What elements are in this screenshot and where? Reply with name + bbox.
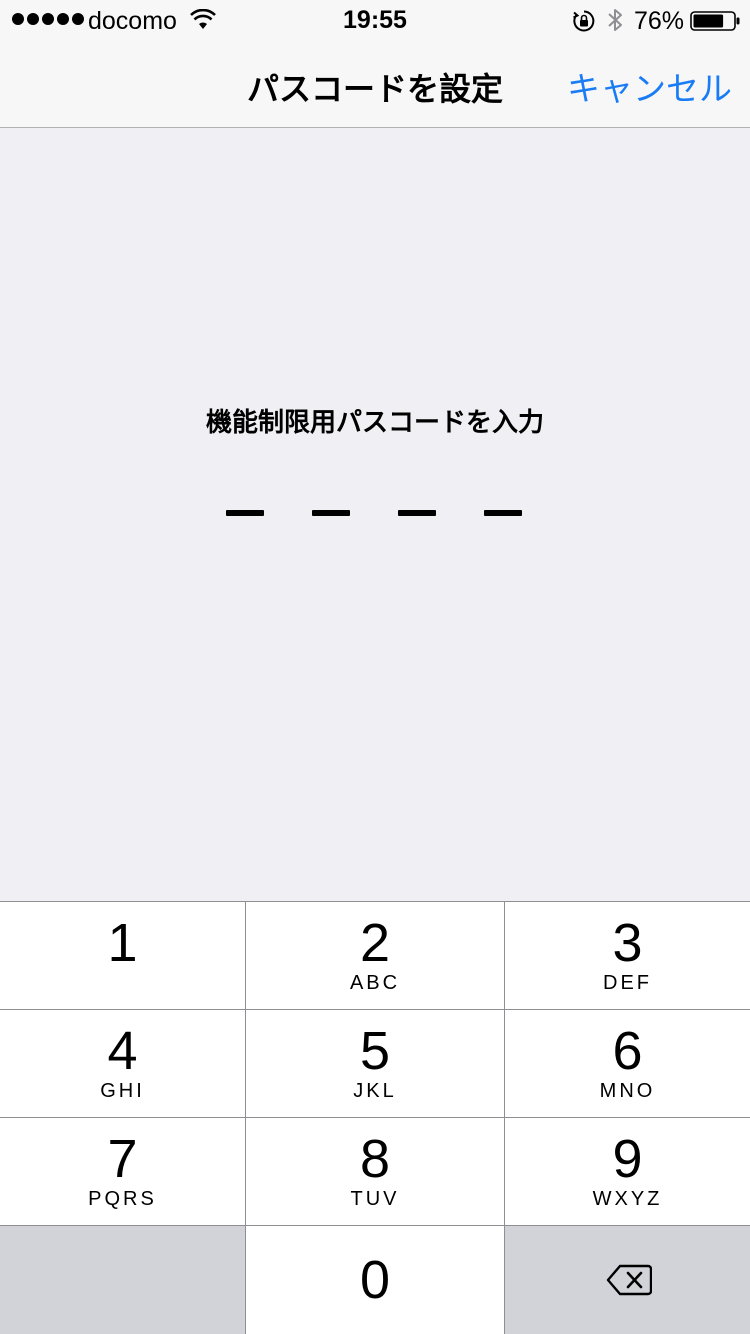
key-4[interactable]: 4 GHI bbox=[0, 1010, 245, 1117]
key-8[interactable]: 8 TUV bbox=[246, 1118, 504, 1225]
cancel-button[interactable]: キャンセル bbox=[567, 62, 732, 110]
key-digit: 9 bbox=[612, 1129, 643, 1189]
passcode-prompt: 機能制限用パスコードを入力 bbox=[205, 407, 544, 437]
key-digit: 5 bbox=[359, 1021, 391, 1081]
battery-icon bbox=[690, 11, 740, 31]
key-letters: PQRS bbox=[88, 1188, 157, 1210]
key-letters: WXYZ bbox=[592, 1188, 663, 1210]
passcode-slot bbox=[226, 510, 264, 516]
key-letters: JKL bbox=[353, 1080, 397, 1102]
key-3[interactable]: 3 DEF bbox=[505, 902, 750, 1009]
key-digit: 8 bbox=[359, 1129, 391, 1189]
key-digit: 7 bbox=[107, 1129, 138, 1189]
key-letters: DEF bbox=[603, 972, 652, 994]
key-letters: ABC bbox=[349, 972, 401, 994]
rotation-lock-icon bbox=[573, 10, 595, 32]
key-digit: 2 bbox=[359, 913, 391, 973]
key-7[interactable]: 7 PQRS bbox=[0, 1118, 245, 1225]
passcode-indicator bbox=[0, 510, 750, 516]
key-digit: 4 bbox=[107, 1021, 138, 1081]
status-bar: docomo 19:55 76% bbox=[0, 0, 750, 40]
delete-button[interactable] bbox=[505, 1226, 750, 1334]
battery-percentage: 76% bbox=[634, 7, 685, 35]
delete-backspace-icon bbox=[606, 1264, 652, 1296]
numeric-keypad: 1 2 ABC 3 DEF 4 GHI 5 JKL 6 MNO 7 PQRS 8… bbox=[0, 901, 750, 1334]
passcode-slot bbox=[312, 510, 350, 516]
key-5[interactable]: 5 JKL bbox=[246, 1010, 504, 1117]
key-letters: MNO bbox=[599, 1080, 656, 1102]
bluetooth-icon bbox=[608, 9, 622, 31]
key-letters: TUV bbox=[350, 1188, 400, 1210]
key-letters: GHI bbox=[100, 1080, 145, 1102]
passcode-slot bbox=[484, 510, 522, 516]
key-digit: 1 bbox=[107, 913, 138, 973]
passcode-slot bbox=[398, 510, 436, 516]
key-6[interactable]: 6 MNO bbox=[505, 1010, 750, 1117]
blank-key bbox=[0, 1226, 245, 1334]
key-digit: 3 bbox=[612, 913, 643, 973]
key-1[interactable]: 1 bbox=[0, 902, 245, 1009]
navigation-bar: パスコードを設定 キャンセル bbox=[0, 40, 750, 128]
key-2[interactable]: 2 ABC bbox=[246, 902, 504, 1009]
key-digit: 0 bbox=[359, 1250, 391, 1310]
key-0[interactable]: 0 bbox=[246, 1226, 504, 1334]
key-digit: 6 bbox=[612, 1021, 643, 1081]
key-9[interactable]: 9 WXYZ bbox=[505, 1118, 750, 1225]
